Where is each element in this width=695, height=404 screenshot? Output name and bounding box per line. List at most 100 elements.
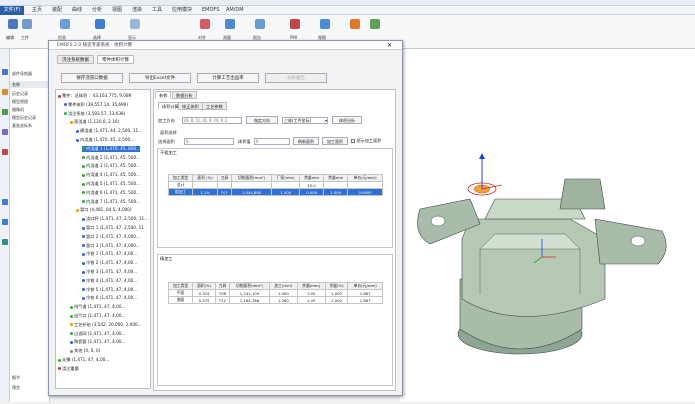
tree-item[interactable]: 冒口 2 (1,471, 47, 4,000... [82, 234, 140, 240]
tree-item[interactable]: 冒口 1 (1,471, 47, 2,500, 11 [82, 225, 144, 231]
tree-item[interactable]: 过滤网 (1,471, 47, 4,00... [70, 331, 126, 337]
render-icon[interactable] [350, 19, 360, 29]
report-icon[interactable] [255, 19, 265, 29]
measure-icon[interactable] [225, 19, 235, 29]
view-icon[interactable] [320, 19, 330, 29]
web-browser-icon[interactable] [2, 199, 8, 205]
tree-item[interactable]: 冷铁 6 (1,471, 47, 4,00... [82, 295, 137, 301]
machining-area-button[interactable]: 加工面积 [322, 137, 348, 145]
col-header[interactable]: 刀具 [214, 282, 231, 290]
casting-model[interactable] [400, 49, 695, 402]
table-row-selected[interactable]: 粗加工 1.1% T07 1,044,880 1.000 0.000 1.000… [167, 188, 383, 196]
col-header[interactable]: 余量mm [323, 174, 349, 182]
col-header[interactable]: 切削面积(mm²) [229, 282, 270, 290]
machining-direction-field[interactable]: (0, 0, 1), (0, 0, 0), 0.1 [182, 117, 242, 124]
tree-item[interactable]: 冷铁 4 (1,471, 47, 4,00... [82, 278, 137, 284]
tree-item[interactable]: 陶瓷管 (1,471, 47, 4,00... [70, 339, 126, 345]
select-icon[interactable] [95, 19, 105, 29]
tree-item[interactable]: 内浇道 4 (1,471, 45, 500... [82, 172, 140, 178]
menu-applications[interactable]: 应用模块 [172, 6, 192, 15]
tree-item[interactable]: 冷铁 3 (1,471, 47, 4,00... [82, 269, 137, 275]
file-menu[interactable]: 文件(F) [0, 6, 24, 15]
assembly-navigator-icon[interactable] [2, 89, 8, 95]
nav-row-history[interactable]: 历史记录 [12, 91, 28, 97]
select-area-field[interactable]: 0 [184, 138, 234, 145]
tree-item[interactable]: 冷铁 5 (1,471, 47, 4,00... [82, 287, 137, 293]
tree-item[interactable]: 浇注系统 (3,593.57, 13,038) [64, 111, 125, 117]
tree-item[interactable]: 零件体积 (39,557.14, 35,690) [64, 102, 128, 108]
coordinate-select[interactable]: 三维(工件坐标) ▾ [282, 117, 328, 124]
menu-view[interactable]: 视图 [112, 6, 122, 15]
analysis-report-button[interactable]: 分析报告 [265, 73, 327, 83]
refresh-area-button[interactable]: 刷新面积 [293, 137, 319, 145]
tab-volume-calc[interactable]: 零件体积计算 [97, 55, 134, 64]
tab-data-analysis[interactable]: 数据分析 [172, 91, 197, 99]
tree-item[interactable]: 出气口 (1,471, 47, 4,00... [70, 313, 126, 319]
graphics-window[interactable] [400, 49, 695, 402]
volume-value-field[interactable]: 0 [254, 138, 290, 145]
menu-curve[interactable]: 曲线 [72, 6, 82, 15]
volume-analysis-button[interactable]: 体积分析 [332, 116, 362, 124]
col-header[interactable]: 加工类型 [167, 174, 194, 182]
reuse-library-icon[interactable] [2, 129, 8, 135]
pmi-icon[interactable] [290, 19, 300, 29]
tree-item[interactable]: 直浇道 (1,120.0, 2.16) [70, 119, 119, 125]
col-header[interactable]: 余量(%) [324, 282, 349, 290]
tree-item[interactable]: 冷铁 2 (1,471, 47, 4,00... [82, 260, 137, 266]
align-icon[interactable] [200, 19, 210, 29]
col-header[interactable]: 加工(mm) [268, 282, 298, 290]
tree-item[interactable]: 内浇道 3 (1,471, 45, 500... [82, 163, 140, 169]
menu-emofs[interactable]: EMOFS [202, 6, 219, 15]
tree-item[interactable]: 冷铁 1 (1,471, 47, 4,00... [82, 251, 137, 257]
close-icon[interactable]: ✕ [387, 42, 392, 49]
tree-item[interactable]: 排气道 (1,471, 47, 4,00... [70, 304, 126, 310]
tree-item[interactable]: 内浇道 (1,470, 45, 2,500... [76, 137, 134, 143]
nav-preview[interactable]: 预览 [12, 385, 20, 391]
tab-corrected-volume[interactable]: 修正体积 [178, 102, 203, 110]
palette-icon[interactable] [2, 219, 8, 225]
menu-assembly[interactable]: 装配 [52, 6, 62, 15]
roles-icon[interactable] [2, 239, 8, 245]
tree-item[interactable]: 内浇道 6 (1,471, 45, 500... [82, 190, 140, 196]
tree-item[interactable]: 冒口 (4,481, 64.5, 4,000) [76, 207, 132, 213]
apply-icon[interactable] [370, 19, 380, 29]
tree-item[interactable]: 内浇道 2 (1,471, 45, 500... [82, 155, 140, 161]
col-header[interactable]: 加工类型 [167, 282, 194, 290]
tree-item[interactable]: 内浇道 5 (1,471, 45, 500... [82, 181, 140, 187]
col-header[interactable]: 刀具 [216, 174, 232, 182]
nav-details[interactable]: 细节 [12, 375, 20, 381]
tree-item[interactable]: 横浇道 (1,471, 44, 2,500, 11... [76, 128, 142, 134]
calc-yield-button[interactable]: 计算工艺出品率 [197, 73, 259, 83]
part-navigator-icon[interactable] [2, 69, 8, 75]
nav-row-datum[interactable]: 基准坐标系 [12, 123, 32, 129]
tree-item[interactable]: 支撑 (1,471, 47, 4,00... [58, 357, 109, 363]
col-header[interactable]: 面积(%) [192, 282, 216, 290]
nav-row-model-history[interactable]: 模型历史记录 [12, 115, 36, 121]
tab-process-params[interactable]: 工艺参数 [202, 102, 227, 110]
constraint-icon[interactable] [2, 109, 8, 115]
table-row[interactable]: 曲面 0.375 T12 1,164,788 1.260 1.45 1.000 … [167, 296, 383, 304]
col-header[interactable]: 余量mm [299, 174, 325, 182]
tree-item[interactable]: 浇注重量 [58, 366, 79, 372]
tree-item[interactable]: 工艺补贴 (3,542, 20,000, 2,000... [70, 322, 142, 328]
edit-icon[interactable] [8, 19, 18, 29]
tree-item[interactable]: 冒口 3 (1,471, 47, 4,000... [82, 243, 140, 249]
menu-render[interactable]: 渲染 [132, 6, 142, 15]
tab-parameters[interactable]: 参数 [155, 91, 172, 99]
menu-home[interactable]: 主页 [32, 6, 42, 15]
menu-amdm[interactable]: AM/DM [226, 6, 244, 15]
tree-item[interactable]: 内浇道 1 (1,470, 45, 800... [82, 145, 141, 152]
menu-analysis[interactable]: 分析 [92, 6, 102, 15]
table-row[interactable]: 平面 0.324 T06 1,241,100 1.000 1.00 1.000 … [167, 289, 383, 297]
col-header[interactable]: 余量(mm) [296, 282, 326, 290]
col-header[interactable]: 面积 (%) [192, 174, 218, 182]
col-header[interactable]: 单价(元/mm) [347, 282, 383, 290]
col-header[interactable]: 厂家(mm) [271, 174, 301, 182]
tree-item[interactable]: 零件：总体积 ：43,163.775, 9,089 [58, 93, 131, 99]
show-area-checkbox[interactable]: 显示加工面积 [351, 138, 381, 144]
history-icon[interactable] [2, 149, 8, 155]
nav-row-model-views[interactable]: 模型视图 [12, 99, 28, 105]
display-icon[interactable] [130, 19, 140, 29]
tab-gating-data[interactable]: 浇注系统数据 [57, 55, 94, 64]
menu-tools[interactable]: 工具 [152, 6, 162, 15]
